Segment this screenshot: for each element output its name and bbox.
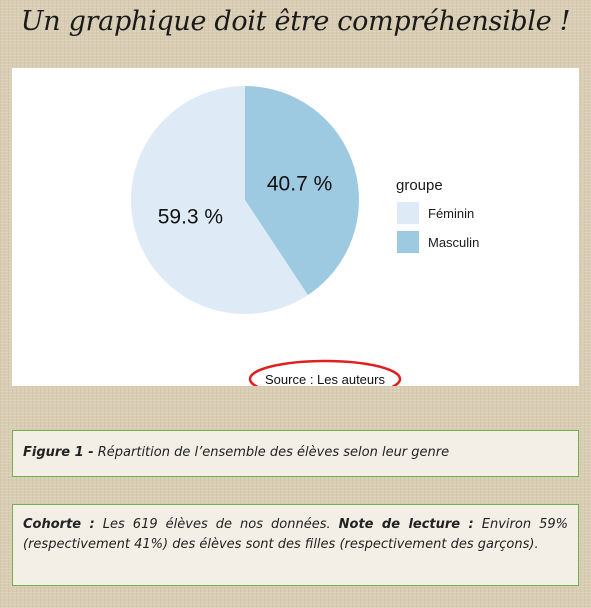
figure-caption: Figure 1 - Répartition de l’ensemble des… [12, 430, 579, 477]
legend-key-masculin [397, 231, 419, 253]
slice-label-masculin: 40.7 % [267, 173, 332, 196]
reading-note: Cohorte : Les 619 élèves de nos données.… [12, 504, 579, 586]
reading-label: Note de lecture : [338, 517, 474, 532]
figure-label: Figure 1 - [23, 445, 94, 460]
cohort-label: Cohorte : [23, 517, 95, 532]
figure-text: Répartition de l’ensemble des élèves sel… [93, 445, 450, 460]
page-title: Un graphique doit être compréhensible ! [20, 6, 571, 37]
legend-key-feminin [397, 202, 419, 224]
pie-chart: 40.7 % 59.3 % groupe Féminin Masculin Sour… [131, 86, 479, 386]
legend-title: groupe [396, 177, 443, 194]
legend: groupe Féminin Masculin [396, 177, 479, 253]
chart-panel: 40.7 % 59.3 % groupe Féminin Masculin Sour… [12, 68, 579, 386]
cohort-text: Les 619 élèves de nos données. [94, 517, 339, 532]
legend-label-feminin: Féminin [428, 206, 474, 221]
legend-label-masculin: Masculin [428, 235, 479, 250]
slice-label-feminin: 59.3 % [158, 205, 223, 228]
source-label: Source : Les auteurs [265, 372, 385, 386]
pie-slices [131, 86, 359, 314]
